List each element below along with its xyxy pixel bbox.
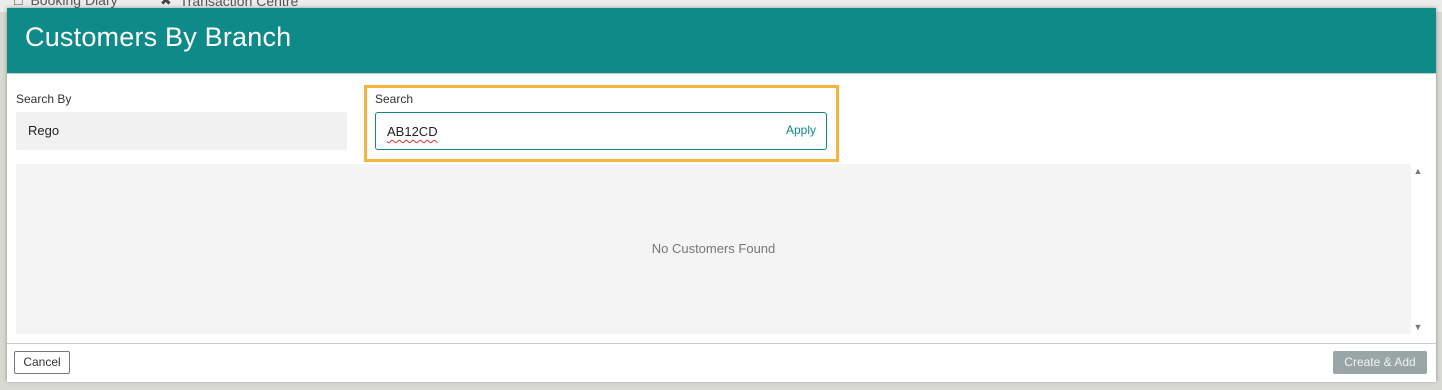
modal-header: Customers By Branch (7, 8, 1436, 73)
calendar-icon: □ (14, 0, 23, 8)
background-tab-booking-diary[interactable]: □ Booking Diary (14, 0, 118, 8)
modal-body: Search By Rego Search AB12CD Apply No Cu… (7, 73, 1436, 344)
create-and-add-button[interactable]: Create & Add (1333, 351, 1427, 374)
customers-by-branch-modal: Customers By Branch Search By Rego Searc… (7, 8, 1436, 382)
apply-button[interactable]: Apply (786, 123, 816, 137)
results-scrollbar[interactable]: ▲ ▼ (1411, 164, 1425, 334)
search-by-select[interactable]: Rego (16, 112, 347, 150)
search-label: Search (375, 92, 414, 106)
search-input[interactable]: AB12CD (387, 124, 438, 139)
background-tab-label: Booking Diary (30, 0, 118, 8)
cancel-button[interactable]: Cancel (14, 351, 70, 374)
results-panel: No Customers Found (16, 164, 1411, 334)
search-input-container[interactable]: AB12CD Apply (375, 112, 827, 150)
scroll-up-arrow-icon[interactable]: ▲ (1412, 166, 1424, 176)
modal-footer: Cancel Create & Add (7, 343, 1436, 382)
scroll-down-arrow-icon[interactable]: ▼ (1412, 322, 1424, 332)
search-by-label: Search By (16, 92, 72, 106)
empty-results-message: No Customers Found (651, 241, 776, 256)
modal-title: Customers By Branch (25, 22, 292, 52)
